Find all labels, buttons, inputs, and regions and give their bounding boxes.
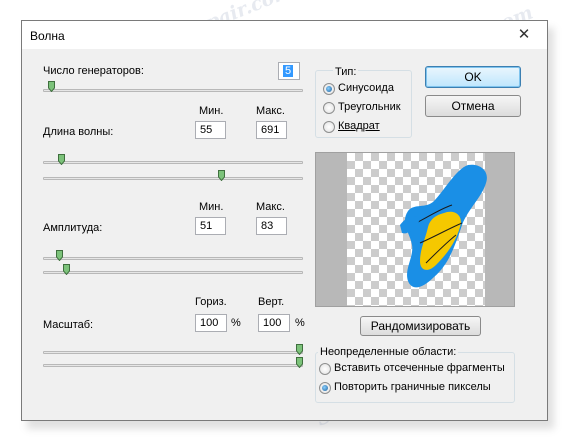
scale-vert-field[interactable]: 100 [258, 314, 290, 332]
amplitude-max-slider-thumb[interactable] [63, 264, 71, 275]
scale-horiz-slider-thumb[interactable] [296, 344, 303, 355]
preview-area [315, 152, 515, 307]
generators-slider-thumb[interactable] [48, 81, 56, 92]
type-sine-radio[interactable] [323, 83, 335, 95]
scale-label: Масштаб: [43, 319, 94, 331]
repeat-edge-radio[interactable] [319, 382, 331, 394]
amplitude-max-field[interactable]: 83 [256, 217, 287, 235]
amplitude-min-field[interactable]: 51 [195, 217, 226, 235]
wavelength-min-slider-track[interactable] [43, 161, 303, 164]
scale-vert-slider-thumb[interactable] [296, 357, 303, 368]
wrap-around-radio[interactable] [319, 363, 331, 375]
type-sine-label[interactable]: Синусоида [338, 82, 394, 94]
scale-vert-slider-track[interactable] [43, 364, 303, 367]
wavelength-max-slider-track[interactable] [43, 177, 303, 180]
scale-horiz-field[interactable]: 100 [195, 314, 227, 332]
amplitude-label: Амплитуда: [43, 222, 103, 234]
type-triangle-label[interactable]: Треугольник [338, 101, 401, 113]
randomize-button[interactable]: Рандомизировать [360, 316, 481, 336]
amplitude-min-slider-thumb[interactable] [55, 250, 63, 261]
wavelength-label: Длина волны: [43, 126, 114, 138]
undefined-areas-group [315, 352, 515, 403]
wavelength-min-header: Мин. [199, 105, 224, 117]
type-square-label[interactable]: Квадрат [338, 120, 380, 132]
type-triangle-radio[interactable] [323, 102, 335, 114]
wavelength-max-field[interactable]: 691 [256, 121, 287, 139]
cancel-button[interactable]: Отмена [425, 95, 521, 117]
scale-vert-header: Верт. [258, 296, 285, 308]
wavelength-min-field[interactable]: 55 [195, 121, 226, 139]
amplitude-max-slider-track[interactable] [43, 271, 303, 274]
wave-preview-image [400, 164, 487, 288]
generators-slider-track[interactable] [43, 89, 303, 92]
amplitude-max-header: Макс. [256, 201, 285, 213]
wrap-around-label[interactable]: Вставить отсеченные фрагменты [334, 362, 505, 374]
repeat-edge-label[interactable]: Повторить граничные пикселы [334, 381, 491, 393]
scale-horiz-unit: % [231, 317, 241, 329]
close-icon[interactable]: ✕ [511, 26, 537, 44]
wavelength-min-slider-thumb[interactable] [58, 154, 66, 165]
ok-button[interactable]: OK [425, 66, 521, 88]
wave-dialog: Волна ✕ Число генераторов: 5 Мин. Макс. … [21, 20, 548, 421]
type-square-radio[interactable] [323, 121, 335, 133]
generators-field[interactable]: 5 [278, 62, 300, 80]
scale-horiz-header: Гориз. [195, 296, 227, 308]
undefined-areas-label: Неопределенные области: [318, 346, 459, 358]
scale-vert-unit: % [295, 317, 305, 329]
title-bar: Волна ✕ [22, 21, 547, 49]
type-group-label: Тип: [333, 66, 359, 78]
wavelength-max-slider-thumb[interactable] [217, 170, 225, 181]
scale-horiz-slider-track[interactable] [43, 351, 303, 354]
amplitude-min-slider-track[interactable] [43, 257, 303, 260]
generators-label: Число генераторов: [43, 65, 144, 77]
wavelength-max-header: Макс. [256, 105, 285, 117]
window-title: Волна [30, 29, 65, 43]
amplitude-min-header: Мин. [199, 201, 224, 213]
